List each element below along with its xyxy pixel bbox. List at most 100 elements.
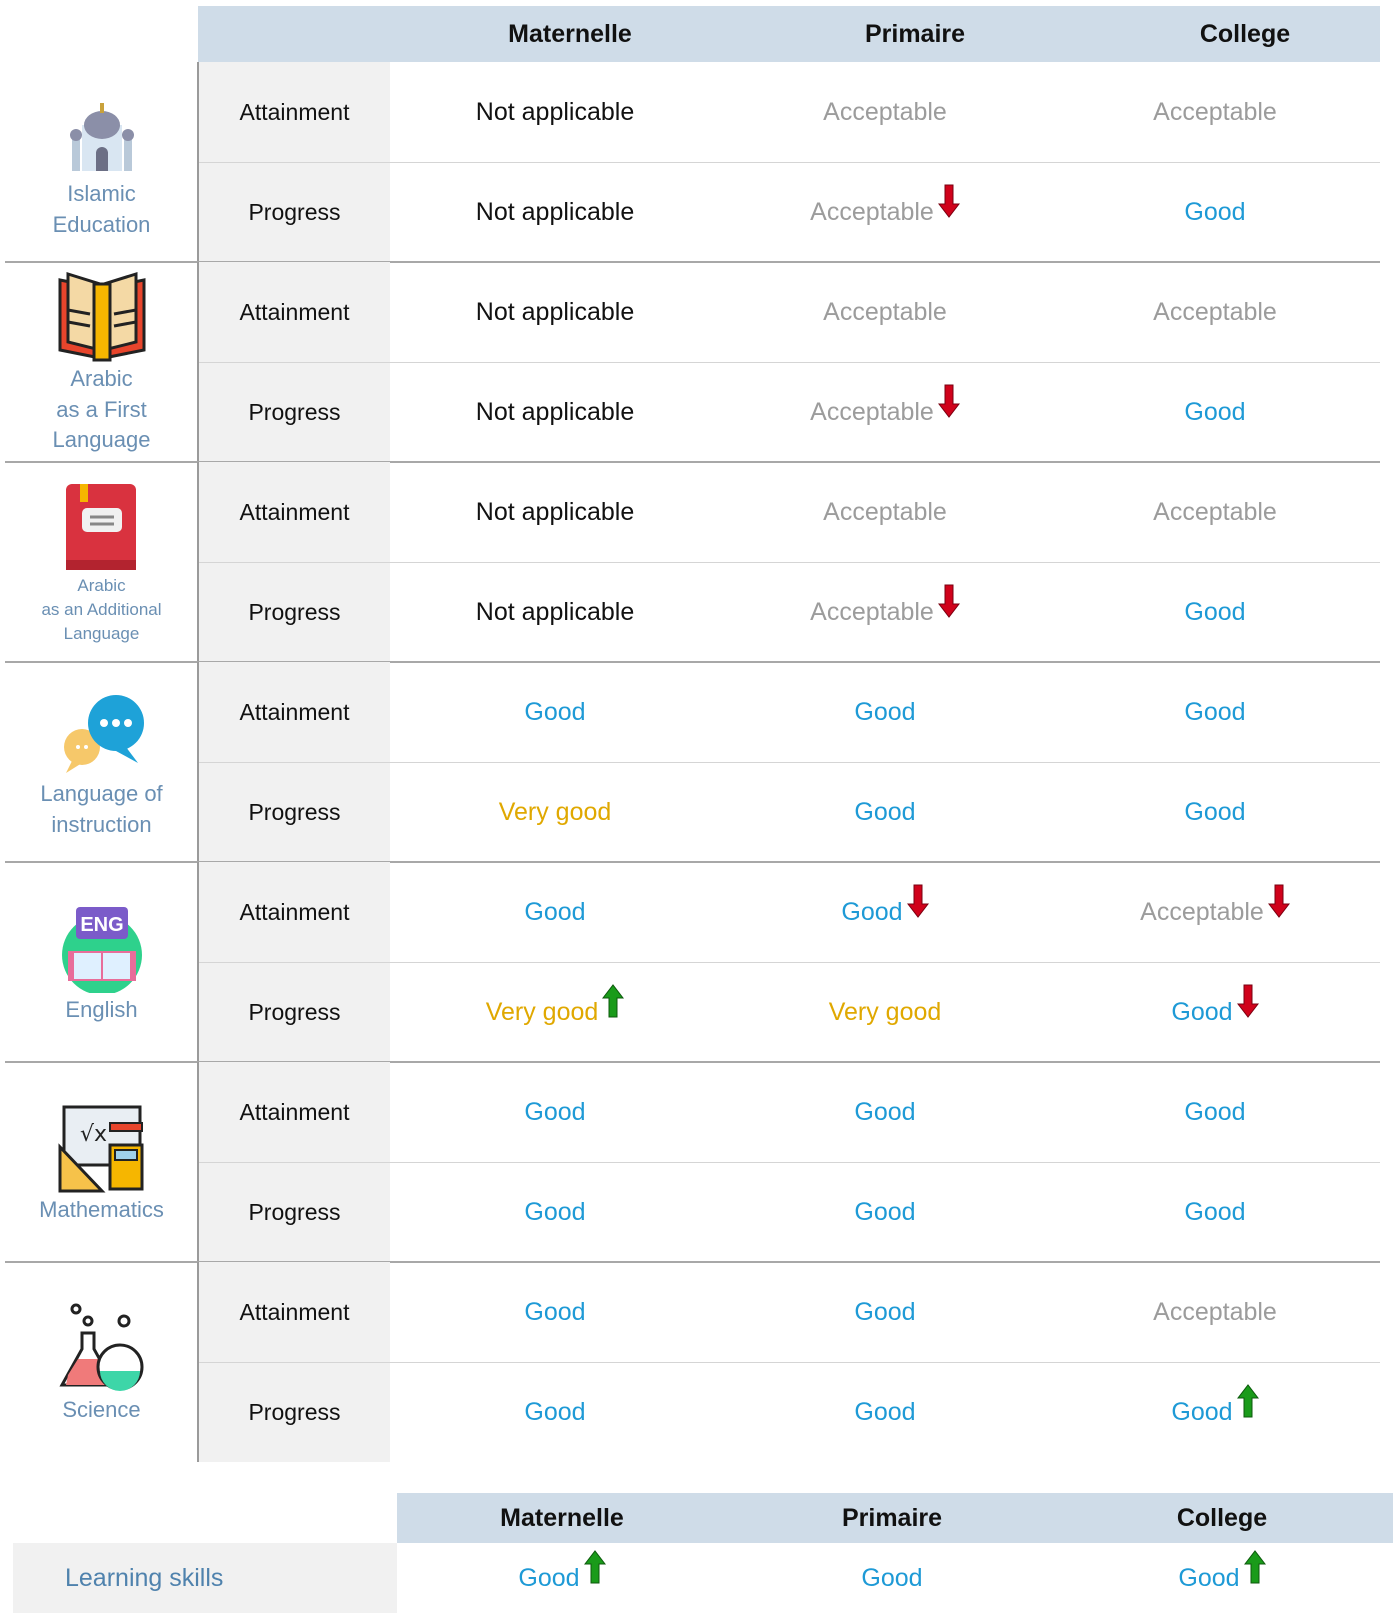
subject-cell: √x Mathematics [5,1062,198,1262]
rating-cell: Acceptable [720,562,1050,662]
rating-cell: Good [390,1162,720,1262]
rating-text: Not applicable [475,297,635,326]
row-type-label: Attainment [239,498,350,525]
arrow-down-icon [937,184,960,225]
subject-name-line: Language [52,427,151,453]
rating-text: Good [854,797,916,826]
rating-text: Good [524,1097,586,1126]
rating-text: Good [524,1297,586,1326]
rating-cell: Acceptable [720,462,1050,562]
arrow-down-icon [1267,884,1290,925]
header-maternelle: Maternelle [500,1503,624,1532]
rating-text: Good [524,1397,586,1426]
arrow-up-icon [1243,1549,1266,1591]
svg-text:√x: √x [80,1122,107,1147]
subject-name-line: as an Additional [41,600,162,620]
row-type-label: Progress [248,198,341,225]
rating-text: Not applicable [475,497,635,526]
rating-text: Good [524,1197,586,1226]
rating-text: Good [1184,797,1246,826]
rating-text: Good [854,1197,916,1226]
subject-cell: ENG English [5,862,198,1062]
rating-cell: Acceptable [1050,262,1380,362]
rating-cell: Good [1050,1362,1380,1462]
rating-text: Good [854,697,916,726]
row-label: Learning skills [13,1543,397,1613]
rating-text: Not applicable [475,397,635,426]
row-type-label: Attainment [239,298,350,325]
rating-cell: Acceptable [1050,62,1380,162]
subject-cell: Islamic Education [5,62,198,262]
subject-name: Arabic as an Additional Language [41,574,161,645]
rating-cell: Very good [390,962,720,1062]
row-type-label: Progress [248,598,341,625]
rating-cell: Good [1057,1543,1387,1613]
mosque-icon [52,83,152,179]
rating-text: Not applicable [475,97,635,126]
rating-text: Not applicable [475,597,635,626]
rating-text: Good [1171,997,1233,1026]
rating-text: Good [1184,697,1246,726]
row-type-label: Attainment [239,98,350,125]
math-tools-icon: √x [52,1099,152,1195]
rating-cell: Good [390,1062,720,1162]
subject-name-line: Education [52,212,151,237]
rating-text: Acceptable [1153,1297,1277,1326]
subject-name-line: Language [63,623,140,643]
subject-name-line: Mathematics [39,1196,164,1222]
subject-name-line: Islamic [67,181,136,207]
subject-name: Language of instruction [40,779,162,841]
rating-cell: Good [720,1162,1050,1262]
rating-text: Acceptable [810,597,934,626]
subject-cell: Arabic as an Additional Language [5,462,198,662]
header-college: College [1176,1503,1268,1532]
arrow-up-icon [602,983,625,1025]
table1-header: Maternelle Primaire College [198,6,1380,62]
speech-bubbles-icon [52,683,152,779]
rating-text: Good [841,897,903,926]
subject-name: English [65,995,137,1026]
row-type-label: Attainment [239,1098,350,1125]
rating-text: Very good [498,797,612,826]
rating-cell: Good [390,1362,720,1462]
table2-header: Maternelle Primaire College [397,1493,1393,1543]
rating-cell: Good [390,862,720,962]
subject-name: Islamic Education [53,179,151,241]
rating-text: Acceptable [1140,897,1264,926]
english-book-icon: ENG [52,899,152,995]
row-type-label: Progress [248,398,341,425]
rating-cell: Acceptable [1050,862,1380,962]
rating-cell: Good [1050,1162,1380,1262]
rating-cell: Good [397,1543,727,1613]
rating-text: Good [524,697,586,726]
subject-name: Mathematics [39,1195,164,1226]
rating-text: Good [854,1097,916,1126]
rating-cell: Good [720,762,1050,862]
row-type-label: Progress [248,1398,341,1425]
rating-text: Good [854,1397,916,1426]
rating-cell: Good [1050,562,1380,662]
rating-text: Acceptable [1153,497,1277,526]
subject-name-line: Language of [40,781,163,807]
rating-cell: Very good [390,762,720,862]
rating-cell: Acceptable [720,362,1050,462]
header-primaire: Primaire [841,1503,943,1532]
subject-name-line: English [65,996,138,1022]
svg-text:ENG: ENG [80,914,123,936]
arrow-down-icon [1236,984,1259,1025]
row-type-label: Attainment [239,898,350,925]
rating-cell: Acceptable [720,62,1050,162]
rating-text: Good [1178,1563,1240,1592]
rating-cell: Good [390,662,720,762]
rating-cell: Very good [720,962,1050,1062]
rating-text: Good [1184,197,1246,226]
subject-name-line: as a First [56,396,147,422]
header-primaire: Primaire [864,19,966,48]
rating-text: Acceptable [823,297,947,326]
subject-name: Arabic as a First Language [53,364,151,456]
rating-text: Acceptable [1153,297,1277,326]
arrow-up-icon [583,1549,606,1591]
rating-cell: Good [1050,362,1380,462]
row-type-label: Attainment [239,1298,350,1325]
rating-cell: Not applicable [390,462,720,562]
